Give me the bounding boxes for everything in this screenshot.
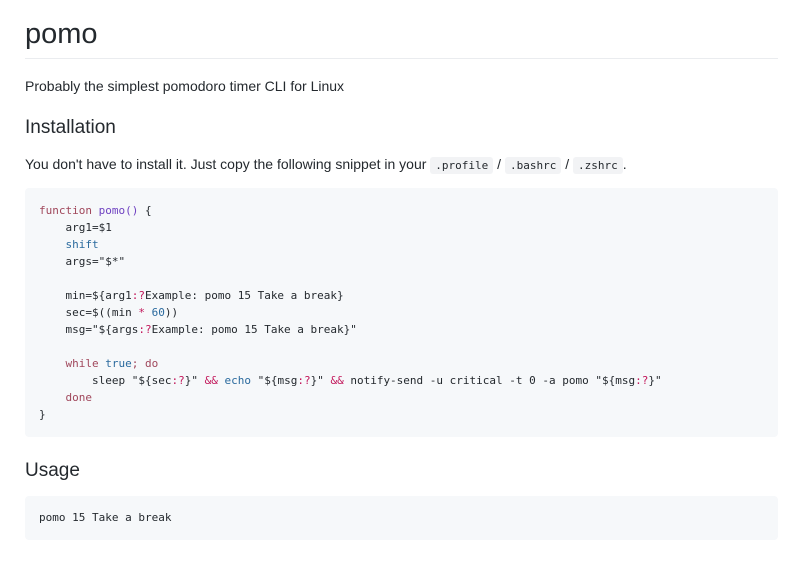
code-text: {: [138, 204, 152, 217]
installation-code-block[interactable]: function pomo() { arg1=$1 shift args="$*…: [25, 188, 778, 437]
code-param-op: :?: [171, 374, 185, 387]
code-operator: &&: [330, 374, 344, 387]
zshrc-file-code: .zshrc: [572, 157, 623, 174]
project-description: Probably the simplest pomodoro timer CLI…: [25, 78, 345, 94]
code-text: Example: pomo 15 Take a break}": [151, 323, 357, 336]
code-param-op: :?: [635, 374, 649, 387]
code-text: notify-send -u critical -t 0 -a pomo "${…: [343, 374, 636, 387]
separator: /: [565, 156, 570, 172]
code-text: "${msg: [250, 374, 298, 387]
code-text: }": [648, 374, 662, 387]
code-line: arg1=$1: [65, 221, 112, 234]
code-function-name: pomo(): [98, 204, 139, 217]
code-number: 60: [151, 306, 165, 319]
usage-heading: Usage: [25, 460, 80, 481]
profile-file-code: .profile: [430, 157, 494, 174]
code-operator: &&: [204, 374, 218, 387]
installation-intro-text: You don't have to install it. Just copy …: [25, 156, 427, 172]
usage-code[interactable]: pomo 15 Take a break: [39, 509, 171, 526]
page-title: pomo: [25, 18, 98, 50]
readme-page: pomo Probably the simplest pomodoro time…: [0, 0, 787, 562]
code-text: sleep "${sec: [91, 374, 172, 387]
code-text: }": [310, 374, 331, 387]
code-builtin: echo: [224, 374, 251, 387]
code-keyword: function: [39, 204, 92, 217]
separator: /: [497, 156, 502, 172]
code-keyword: while: [65, 357, 99, 370]
code-text: )): [164, 306, 179, 319]
code-param-op: :?: [297, 374, 311, 387]
usage-code-block[interactable]: pomo 15 Take a break: [25, 496, 778, 540]
code-operator: *: [138, 306, 145, 319]
code-text: Example: pomo 15 Take a break}: [144, 289, 344, 302]
code-text: msg="${args: [65, 323, 139, 336]
bashrc-file-code: .bashrc: [504, 157, 562, 174]
code-builtin: shift: [65, 238, 99, 251]
code-line: args="$*": [65, 255, 126, 268]
code-param-op: :?: [131, 289, 145, 302]
code-text: }": [184, 374, 205, 387]
code-param-op: :?: [138, 323, 152, 336]
installation-intro: You don't have to install it. Just copy …: [25, 154, 627, 176]
code-line: }: [39, 408, 46, 421]
code-keyword: do: [145, 357, 159, 370]
installation-heading: Installation: [25, 117, 116, 138]
installation-code[interactable]: function pomo() { arg1=$1 shift args="$*…: [39, 202, 662, 423]
title-divider: [25, 58, 778, 59]
code-keyword: ;: [131, 357, 139, 370]
code-text: sec=$((min: [65, 306, 139, 319]
intro-end-punct: .: [622, 156, 627, 172]
code-builtin: true: [105, 357, 132, 370]
code-text: min=${arg1: [65, 289, 132, 302]
code-keyword: done: [65, 391, 93, 404]
